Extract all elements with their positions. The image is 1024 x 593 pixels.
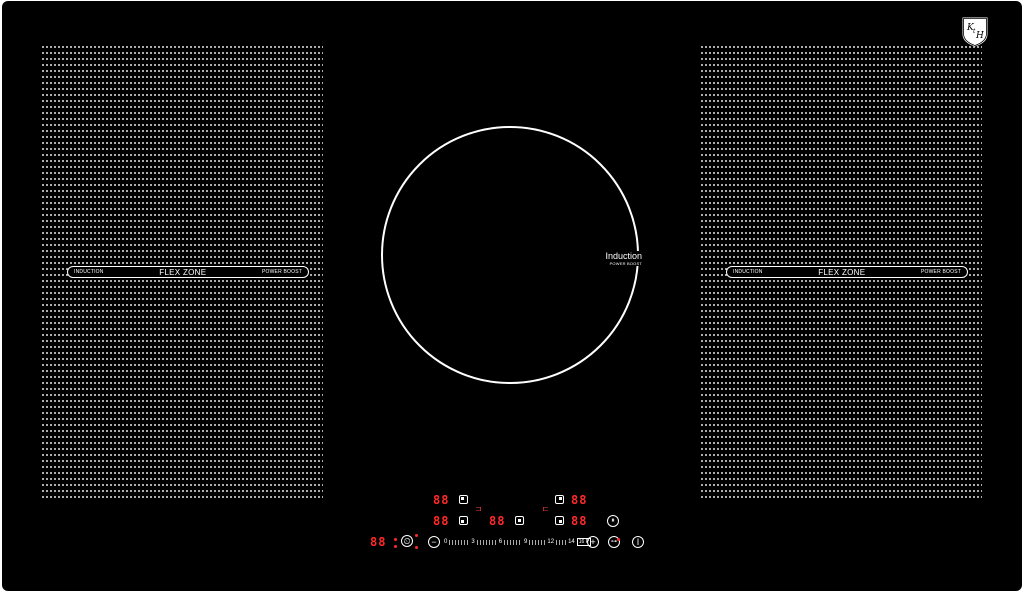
- slider-ticks: [556, 539, 567, 545]
- plus-icon[interactable]: +: [587, 536, 599, 548]
- select-zone-bottom-right-key[interactable]: [555, 516, 564, 525]
- flex-link-left-icon[interactable]: ⊐: [475, 504, 482, 513]
- brand-logo: K t H: [961, 16, 989, 48]
- slider-label-9: 9: [524, 539, 528, 545]
- timer-indicator-dot: [394, 538, 397, 541]
- slider-ticks: [476, 539, 497, 545]
- select-zone-top-right-key[interactable]: [555, 495, 564, 504]
- flex-zone-right-label: INDUCTION FLEX ZONE POWER BOOST: [726, 266, 968, 278]
- select-zone-top-left-key[interactable]: [459, 495, 468, 504]
- display-zone-top-right: 88: [571, 493, 588, 507]
- induction-label: INDUCTION: [74, 269, 104, 275]
- minus-icon[interactable]: −: [428, 536, 440, 548]
- ring-subtitle: POWER BOOST: [609, 261, 642, 266]
- display-zone-center: 88: [489, 514, 506, 528]
- slider-label-14: 14: [568, 539, 575, 545]
- induction-label: INDUCTION: [733, 269, 763, 275]
- slider-label-12: 12: [547, 539, 555, 545]
- ring-title: Induction: [605, 251, 642, 261]
- slider-label-3: 3: [471, 539, 475, 545]
- pause-icon[interactable]: ⏸: [607, 515, 619, 527]
- flex-zone-title: FLEX ZONE: [818, 267, 866, 277]
- select-zone-bottom-left-key[interactable]: [459, 516, 468, 525]
- slider-ticks: [529, 539, 546, 545]
- power-icon[interactable]: I: [632, 536, 644, 548]
- lock-indicator-dot: [617, 538, 620, 541]
- timer-icon[interactable]: ⏲: [401, 535, 413, 547]
- flex-zone-title: FLEX ZONE: [159, 267, 207, 277]
- power-slider[interactable]: 0 3 6 9 12 14 16 P: [444, 537, 592, 547]
- timer-indicator-dot: [415, 546, 418, 549]
- slider-label-0: 0: [444, 539, 448, 545]
- slider-ticks: [449, 539, 470, 545]
- display-zone-bottom-right: 88: [571, 514, 588, 528]
- slider-ticks: [504, 539, 523, 545]
- timer-indicator-dot: [415, 534, 418, 537]
- power-boost-label: POWER BOOST: [262, 269, 302, 275]
- display-zone-top-left: 88: [433, 493, 450, 507]
- slider-label-6: 6: [498, 539, 503, 545]
- center-ring-label: Induction POWER BOOST: [590, 251, 642, 266]
- timer-indicator-dot: [394, 545, 397, 548]
- select-zone-center-key[interactable]: [515, 516, 524, 525]
- svg-text:H: H: [975, 31, 984, 41]
- display-zone-bottom-left: 88: [433, 514, 450, 528]
- display-timer: 88: [370, 535, 387, 549]
- flex-link-right-icon[interactable]: ⊏: [542, 504, 549, 513]
- power-boost-label: POWER BOOST: [921, 269, 961, 275]
- flex-zone-left-label: INDUCTION FLEX ZONE POWER BOOST: [67, 266, 309, 278]
